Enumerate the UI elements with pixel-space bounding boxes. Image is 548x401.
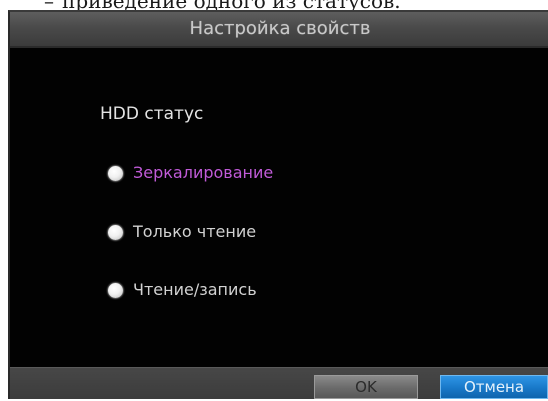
radio-option-read-only[interactable]: Только чтение [108,219,256,245]
radio-label-read-write: Чтение/запись [133,280,257,299]
radio-label-mirroring: Зеркалирование [133,163,274,182]
cancel-button[interactable]: Отмена [440,375,548,399]
page: – приведение одного из статусов. Настройк… [0,0,548,401]
dialog-title: Настройка свойств [189,18,371,39]
radio-button-icon[interactable] [108,224,123,240]
radio-option-mirroring[interactable]: Зеркалирование [108,160,273,186]
radio-button-icon[interactable] [108,165,123,181]
radio-label-read-only: Только чтение [133,222,257,241]
ok-button[interactable]: OK [314,375,418,399]
hdd-status-label: HDD статус [100,104,204,124]
dialog-button-bar: OK Отмена [10,367,548,399]
hdd-properties-dialog: Настройка свойств HDD статус Зеркалирова… [8,10,548,399]
dialog-title-bar: Настройка свойств [10,12,548,48]
radio-button-icon[interactable] [108,282,123,298]
radio-option-read-write[interactable]: Чтение/запись [108,277,257,303]
